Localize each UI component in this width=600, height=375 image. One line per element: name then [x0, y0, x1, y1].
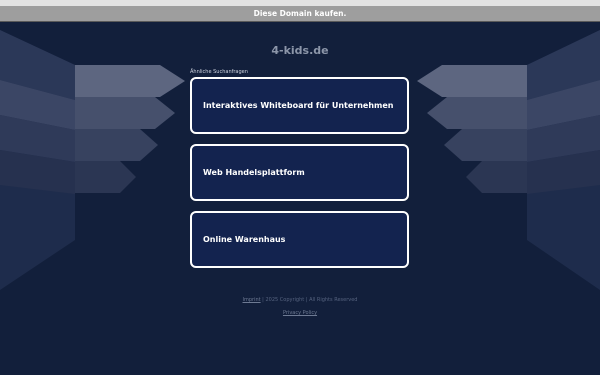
related-search-link-1[interactable]: Interaktives Whiteboard für Unternehmen	[190, 77, 409, 134]
related-search-link-2[interactable]: Web Handelsplattform	[190, 144, 409, 201]
domain-title: 4-kids.de	[271, 44, 329, 57]
related-searches-label: Ähnliche Suchanfragen	[190, 69, 248, 75]
copyright-text: | 2025 Copyright | All Rights Reserved	[260, 297, 358, 303]
related-search-label: Online Warenhaus	[203, 235, 286, 244]
privacy-policy-link[interactable]: Privacy Policy	[283, 310, 317, 316]
related-search-label: Interaktives Whiteboard für Unternehmen	[203, 101, 394, 110]
top-banner: Diese Domain kaufen.	[0, 0, 600, 22]
footer-privacy-line: Privacy Policy	[0, 310, 600, 316]
related-search-label: Web Handelsplattform	[203, 168, 305, 177]
related-search-link-3[interactable]: Online Warenhaus	[190, 211, 409, 268]
imprint-link[interactable]: Imprint	[243, 297, 261, 303]
footer-copyright-line: Imprint | 2025 Copyright | All Rights Re…	[0, 297, 600, 303]
buy-domain-link[interactable]: Diese Domain kaufen.	[0, 6, 600, 21]
landing-page: Diese Domain kaufen. 4-kids.de Ähnliche …	[0, 0, 600, 375]
